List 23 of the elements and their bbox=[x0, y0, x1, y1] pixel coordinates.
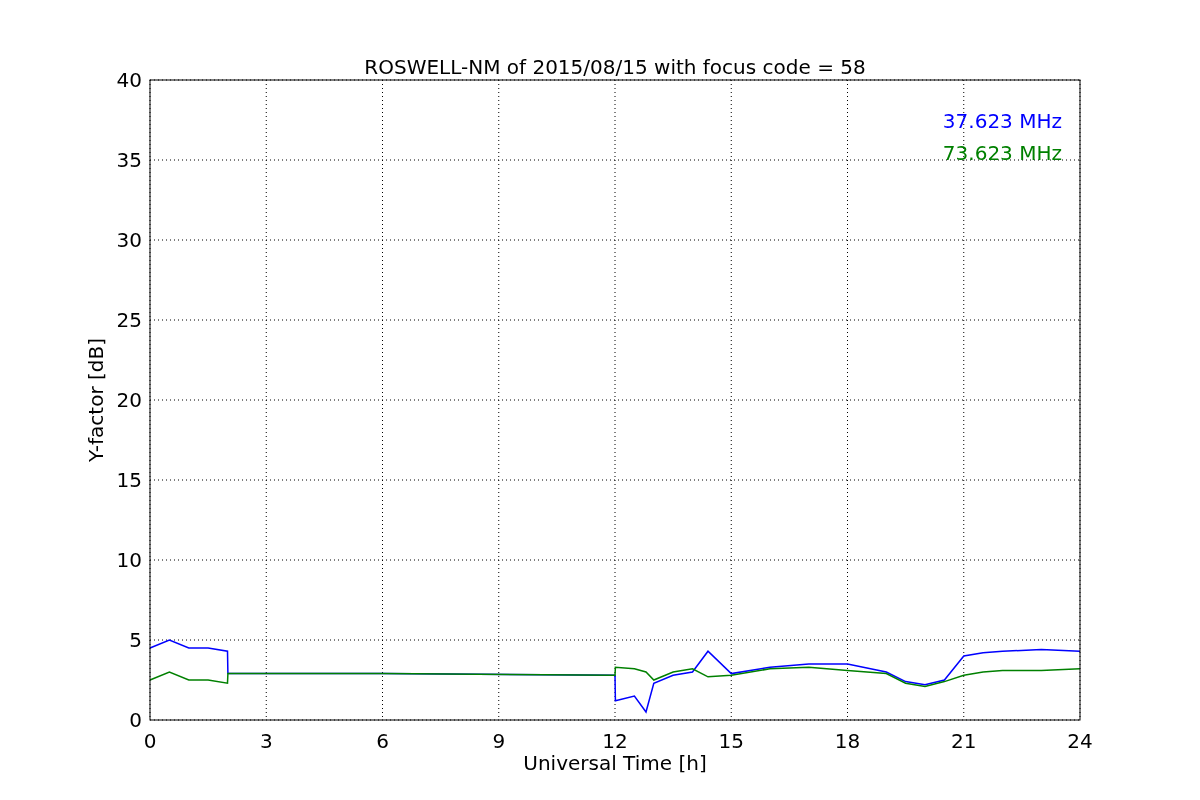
tick-label: 10 bbox=[116, 548, 142, 572]
tick-label: 18 bbox=[834, 729, 861, 753]
tick-label: 15 bbox=[718, 729, 744, 753]
axis-label: Y-factor [dB] bbox=[84, 338, 108, 462]
tick-label: 0 bbox=[129, 708, 142, 732]
tick-label: 40 bbox=[116, 68, 142, 92]
axis-label: Universal Time [h] bbox=[523, 751, 707, 775]
tick-label: 25 bbox=[116, 308, 142, 332]
legend-label: 73.623 MHz bbox=[942, 141, 1062, 165]
tick-label: 21 bbox=[951, 729, 977, 753]
legend-label: 37.623 MHz bbox=[942, 109, 1062, 133]
chart-title: ROSWELL-NM of 2015/08/15 with focus code = 58 bbox=[364, 55, 866, 79]
tick-label: 6 bbox=[376, 729, 389, 753]
tick-label: 35 bbox=[116, 148, 142, 172]
tick-label: 5 bbox=[129, 628, 142, 652]
tick-label: 9 bbox=[492, 729, 506, 753]
tick-label: 0 bbox=[143, 729, 157, 753]
tick-label: 24 bbox=[1067, 729, 1093, 753]
tick-label: 15 bbox=[116, 468, 142, 492]
tick-label: 30 bbox=[116, 228, 142, 252]
tick-label: 20 bbox=[116, 388, 142, 412]
tick-label: 3 bbox=[259, 729, 273, 753]
tick-label: 12 bbox=[602, 729, 628, 753]
